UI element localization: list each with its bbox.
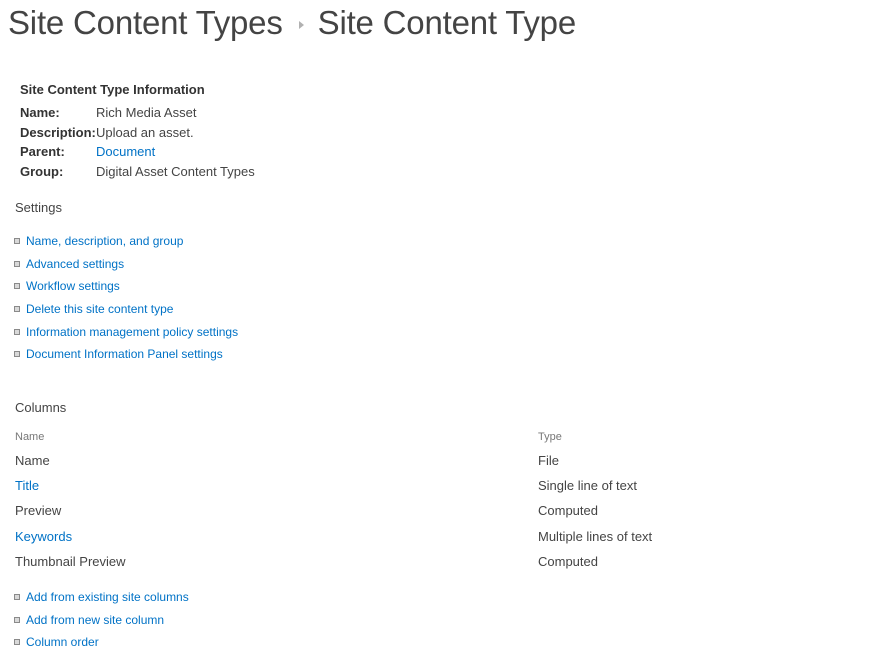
add-existing-site-columns-link[interactable]: Add from existing site columns [26,590,189,604]
page: Site Content Types Site Content Type Sit… [0,0,877,661]
settings-item: Document Information Panel settings [13,343,238,366]
info-row-group: Group: Digital Asset Content Types [20,162,255,182]
info-heading: Site Content Type Information [20,82,205,97]
table-row: Name File [15,448,652,473]
settings-item: Advanced settings [13,253,238,276]
name-description-group-link[interactable]: Name, description, and group [26,234,183,248]
bullet-icon [14,283,20,290]
info-label: Name: [20,105,60,120]
column-type: Multiple lines of text [538,528,653,544]
delete-content-type-link[interactable]: Delete this site content type [26,302,173,316]
add-new-site-column-link[interactable]: Add from new site column [26,613,164,627]
bullet-icon [14,328,20,335]
column-type: Computed [538,503,598,519]
column-order-link[interactable]: Column order [26,635,99,649]
table-row: Preview Computed [15,498,652,523]
bullet-icon [14,639,20,646]
settings-links: Name, description, and group Advanced se… [13,230,238,366]
column-name-link[interactable]: Title [15,478,39,493]
info-value: Upload an asset. [96,124,194,140]
advanced-settings-link[interactable]: Advanced settings [26,257,124,271]
columns-heading: Columns [15,400,67,415]
settings-item: Name, description, and group [13,230,238,253]
column-action-item: Add from existing site columns [13,586,189,609]
column-header-name[interactable]: Name [15,426,538,448]
info-row-description: Description: Upload an asset. [20,123,255,143]
bullet-icon [14,616,20,623]
info-label: Description: [20,124,96,140]
breadcrumb-separator-icon [298,21,304,29]
column-action-item: Column order [13,631,189,654]
column-name: Thumbnail Preview [15,553,126,569]
settings-item: Delete this site content type [13,298,238,321]
info-row-name: Name: Rich Media Asset [20,103,255,123]
info-label: Group: [20,163,64,179]
document-information-panel-link[interactable]: Document Information Panel settings [26,347,223,361]
breadcrumb-current: Site Content Type [317,4,577,41]
bullet-icon [14,238,20,245]
info-row-parent: Parent: Document [20,142,255,162]
column-header-type[interactable]: Type [538,426,652,448]
column-name: Preview [15,503,62,519]
info-value: Rich Media Asset [96,105,197,120]
settings-item: Information management policy settings [13,320,238,343]
column-type: Computed [538,553,598,569]
table-row: Title Single line of text [15,473,652,498]
page-title-breadcrumb: Site Content Types Site Content Type [8,4,576,42]
column-name-link[interactable]: Keywords [15,529,72,544]
column-name: Name [15,453,50,469]
table-row: Thumbnail Preview Computed [15,549,652,574]
information-management-policy-link[interactable]: Information management policy settings [26,325,238,339]
bullet-icon [14,260,20,267]
columns-table: Name Type Name File Title Single line of… [15,426,652,574]
table-row: Keywords Multiple lines of text [15,524,652,549]
info-value: Digital Asset Content Types [96,163,255,179]
column-type: File [538,453,559,469]
workflow-settings-link[interactable]: Workflow settings [26,279,120,293]
bullet-icon [14,351,20,358]
column-type: Single line of text [538,478,638,494]
columns-header-row: Name Type [15,426,652,448]
settings-item: Workflow settings [13,275,238,298]
parent-link[interactable]: Document [96,142,155,162]
content-type-info: Site Content Type Information Name: Rich… [20,82,255,181]
bullet-icon [14,594,20,601]
column-actions: Add from existing site columns Add from … [13,586,189,654]
breadcrumb-parent-link[interactable]: Site Content Types [8,4,283,42]
info-label: Parent: [20,144,65,159]
column-action-item: Add from new site column [13,609,189,632]
bullet-icon [14,306,20,313]
settings-heading: Settings [15,200,62,215]
